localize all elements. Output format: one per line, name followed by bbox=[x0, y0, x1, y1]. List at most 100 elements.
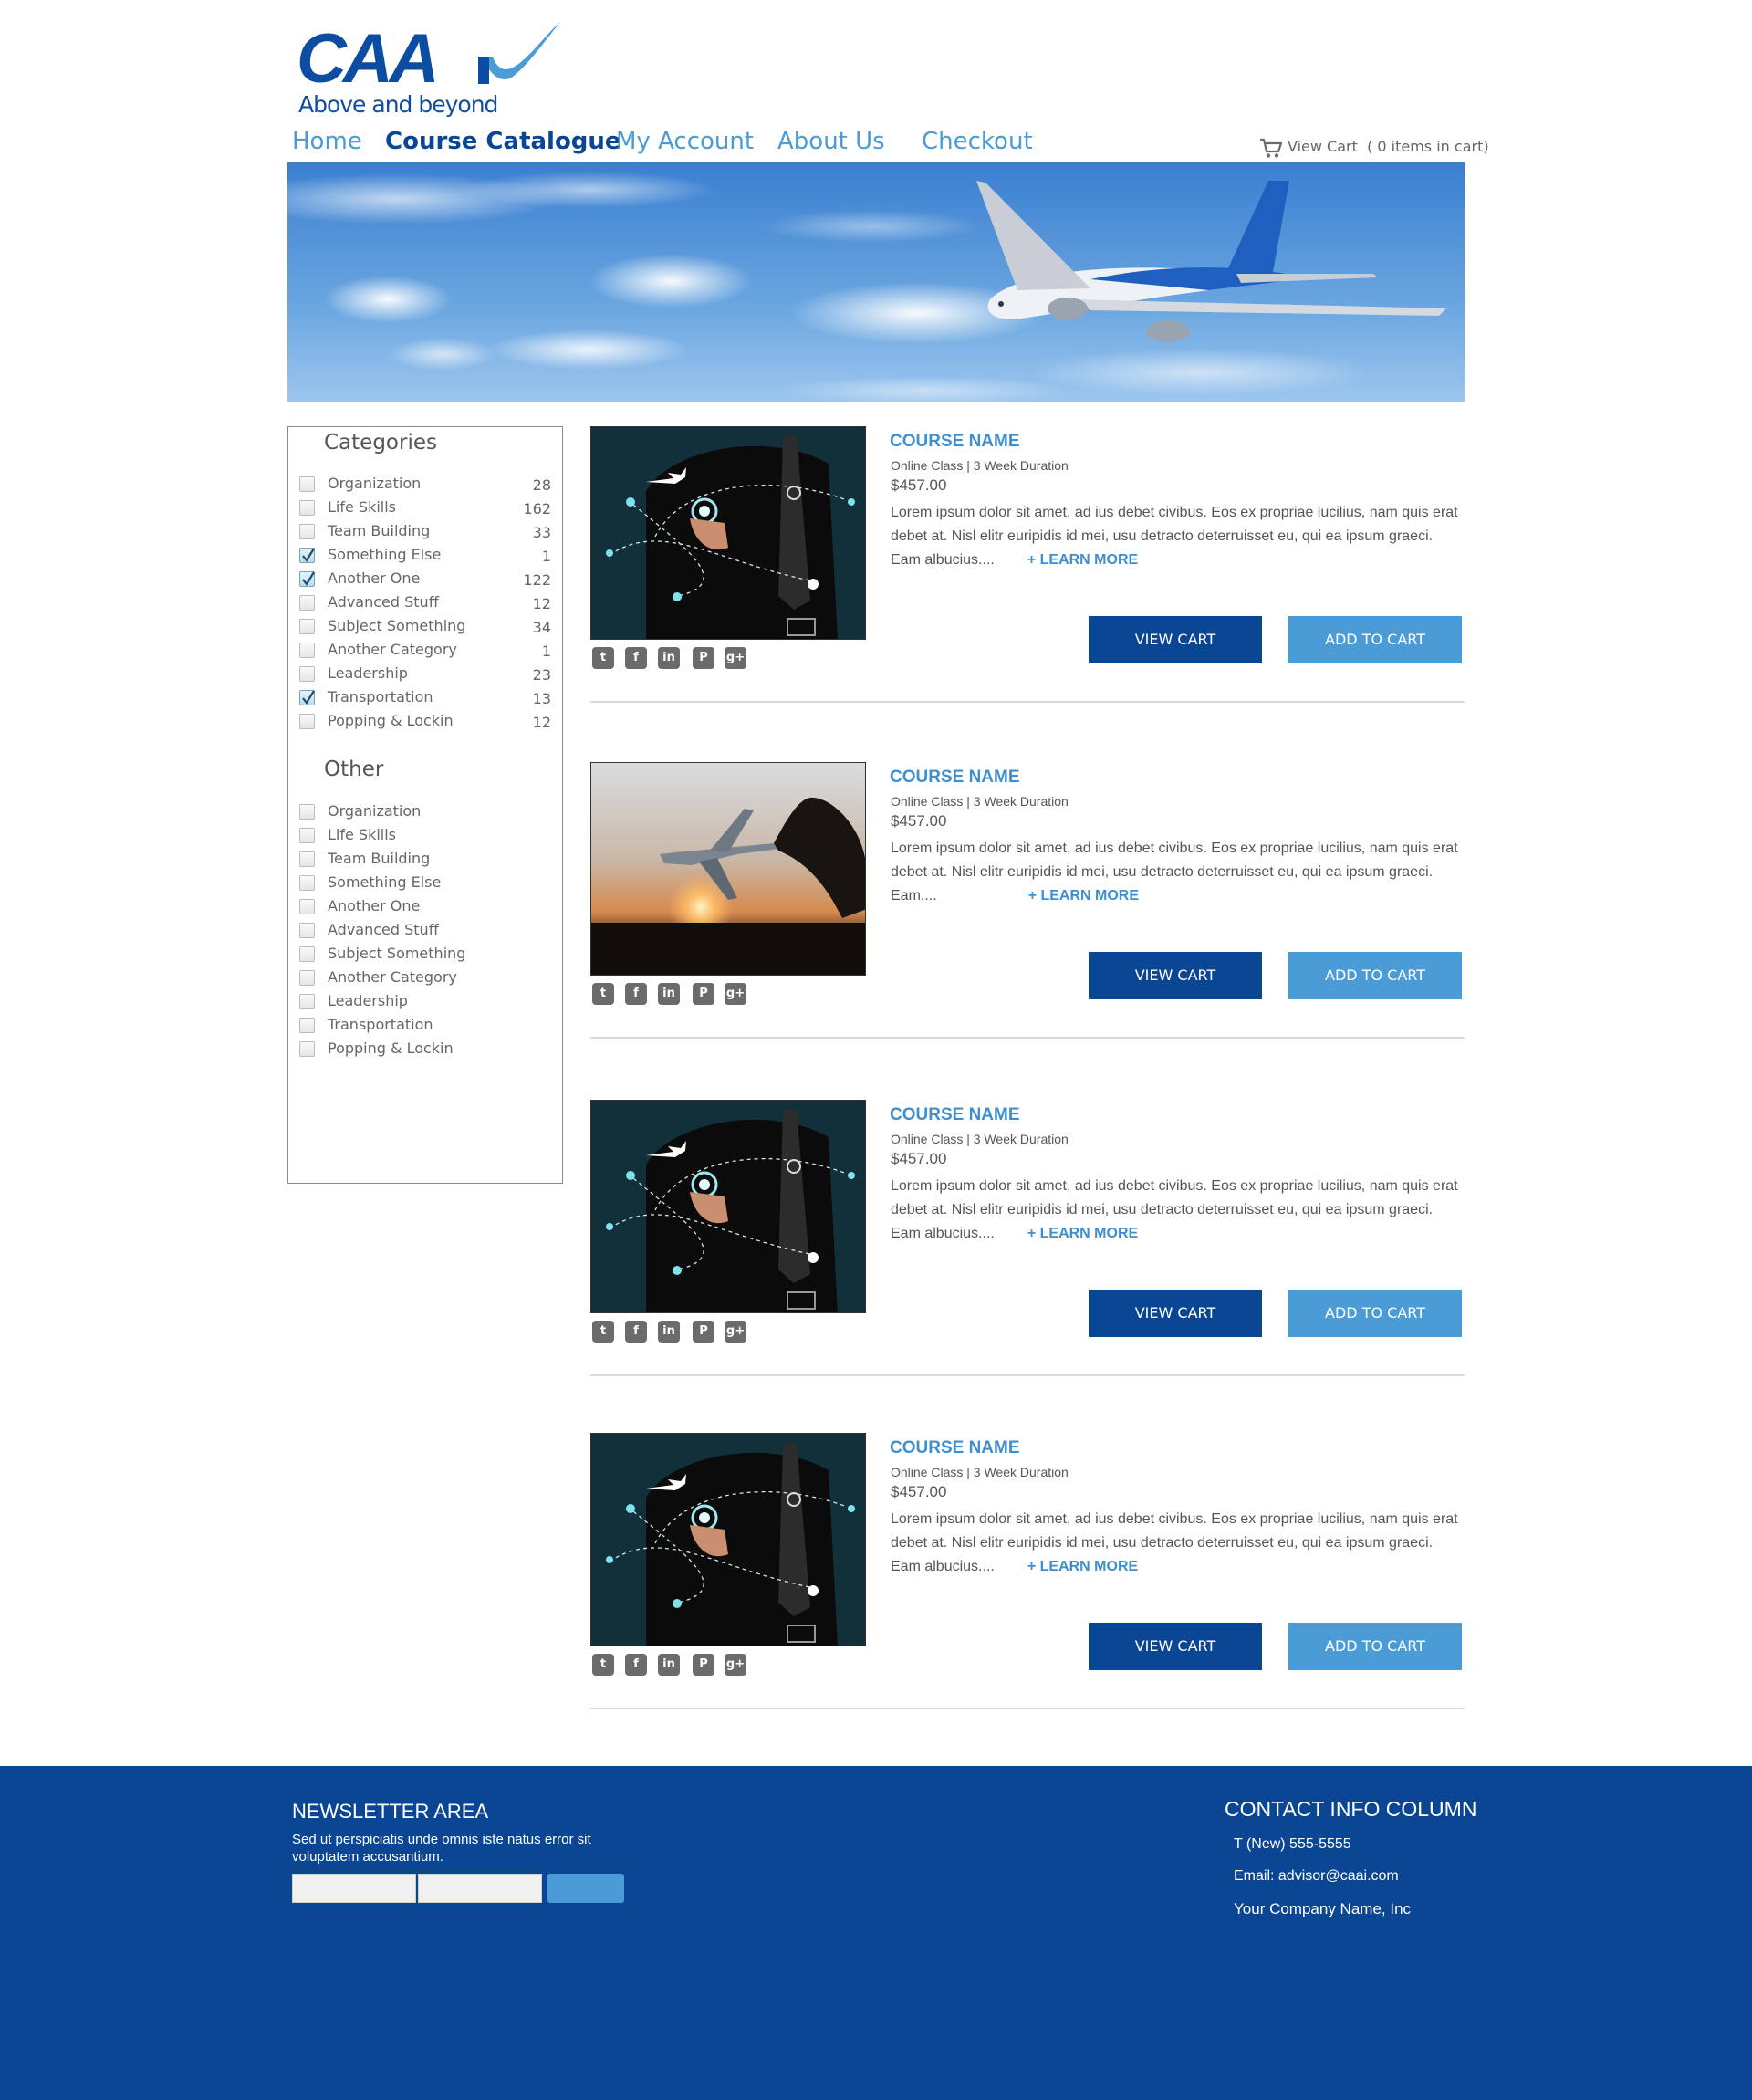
contact-phone: T (New) 555-5555 bbox=[1234, 1836, 1351, 1852]
nav-about-us[interactable]: About Us bbox=[777, 128, 885, 155]
facebook-icon[interactable]: f bbox=[625, 1321, 647, 1343]
checkbox[interactable] bbox=[299, 500, 315, 516]
learn-more-link[interactable]: + LEARN MORE bbox=[1027, 1559, 1138, 1574]
course-name[interactable]: COURSE NAME bbox=[890, 1438, 1020, 1458]
pinterest-icon[interactable]: P bbox=[693, 647, 714, 669]
checkbox[interactable] bbox=[299, 946, 315, 962]
checkbox[interactable] bbox=[299, 970, 315, 986]
businessman-network-image[interactable] bbox=[590, 426, 866, 640]
filter-other[interactable]: Team Building bbox=[299, 849, 551, 871]
checkbox[interactable] bbox=[299, 923, 315, 938]
add-to-cart-button[interactable]: ADD TO CART bbox=[1288, 1290, 1462, 1337]
checkbox[interactable] bbox=[299, 714, 315, 729]
checkbox[interactable] bbox=[299, 619, 315, 634]
twitter-icon[interactable]: t bbox=[592, 1321, 614, 1343]
facebook-icon[interactable]: f bbox=[625, 1654, 647, 1676]
checkbox[interactable] bbox=[299, 524, 315, 539]
linkedin-icon[interactable]: in bbox=[658, 1654, 680, 1676]
add-to-cart-button[interactable]: ADD TO CART bbox=[1288, 1623, 1462, 1670]
view-cart-link[interactable]: View Cart ( 0 items in cart) bbox=[1259, 137, 1489, 159]
twitter-icon[interactable]: t bbox=[592, 983, 614, 1005]
checkbox-checked[interactable] bbox=[299, 690, 315, 705]
pinterest-icon[interactable]: P bbox=[693, 1321, 714, 1343]
filter-category[interactable]: Another Category 1 bbox=[299, 640, 551, 662]
filter-other[interactable]: Transportation bbox=[299, 1015, 551, 1037]
filter-other[interactable]: Organization bbox=[299, 801, 551, 823]
checkbox-checked[interactable] bbox=[299, 571, 315, 587]
google-plus-icon[interactable]: g+ bbox=[725, 1654, 746, 1676]
filter-other[interactable]: Another Category bbox=[299, 967, 551, 989]
view-cart-button[interactable]: VIEW CART bbox=[1089, 616, 1262, 663]
toy-plane-sunset-image[interactable] bbox=[590, 762, 866, 976]
facebook-icon[interactable]: f bbox=[625, 647, 647, 669]
pinterest-icon[interactable]: P bbox=[693, 983, 714, 1005]
newsletter-name-input[interactable] bbox=[292, 1874, 416, 1903]
add-to-cart-button[interactable]: ADD TO CART bbox=[1288, 616, 1462, 663]
filter-other[interactable]: Popping & Lockin bbox=[299, 1039, 551, 1060]
view-cart-button[interactable]: VIEW CART bbox=[1089, 1623, 1262, 1670]
learn-more-link[interactable]: + LEARN MORE bbox=[1028, 888, 1139, 904]
caai-logo[interactable]: CAA Above and beyond bbox=[297, 20, 560, 120]
course-description: Lorem ipsum dolor sit amet, ad ius debet… bbox=[891, 1175, 1461, 1246]
businessman-network-image[interactable] bbox=[590, 1433, 866, 1646]
google-plus-icon[interactable]: g+ bbox=[725, 647, 746, 669]
checkbox[interactable] bbox=[299, 875, 315, 891]
checkbox[interactable] bbox=[299, 1041, 315, 1057]
contact-email[interactable]: Email: advisor@caai.com bbox=[1234, 1868, 1399, 1885]
course-name[interactable]: COURSE NAME bbox=[890, 432, 1020, 452]
checkbox[interactable] bbox=[299, 899, 315, 914]
filter-category[interactable]: Transportation 13 bbox=[299, 687, 551, 709]
businessman-network-image[interactable] bbox=[590, 1100, 866, 1313]
filter-count: 1 bbox=[541, 548, 551, 565]
filter-other[interactable]: Another One bbox=[299, 896, 551, 918]
checkbox[interactable] bbox=[299, 476, 315, 492]
google-plus-icon[interactable]: g+ bbox=[725, 1321, 746, 1343]
nav-my-account[interactable]: My Account bbox=[616, 128, 754, 155]
checkbox[interactable] bbox=[299, 1018, 315, 1033]
learn-more-link[interactable]: + LEARN MORE bbox=[1027, 1226, 1138, 1241]
twitter-icon[interactable]: t bbox=[592, 647, 614, 669]
checkbox[interactable] bbox=[299, 994, 315, 1009]
view-cart-button[interactable]: VIEW CART bbox=[1089, 952, 1262, 999]
course-description: Lorem ipsum dolor sit amet, ad ius debet… bbox=[891, 837, 1461, 908]
twitter-icon[interactable]: t bbox=[592, 1654, 614, 1676]
add-to-cart-button[interactable]: ADD TO CART bbox=[1288, 952, 1462, 999]
linkedin-icon[interactable]: in bbox=[658, 983, 680, 1005]
filter-other[interactable]: Something Else bbox=[299, 872, 551, 894]
filter-category[interactable]: Another One 122 bbox=[299, 569, 551, 590]
linkedin-icon[interactable]: in bbox=[658, 1321, 680, 1343]
google-plus-icon[interactable]: g+ bbox=[725, 983, 746, 1005]
filter-category[interactable]: Something Else 1 bbox=[299, 545, 551, 567]
filter-category[interactable]: Leadership 23 bbox=[299, 663, 551, 685]
checkbox[interactable] bbox=[299, 851, 315, 867]
linkedin-icon[interactable]: in bbox=[658, 647, 680, 669]
filter-category[interactable]: Popping & Lockin 12 bbox=[299, 711, 551, 733]
newsletter-submit-button[interactable] bbox=[548, 1874, 624, 1903]
newsletter-email-input[interactable] bbox=[418, 1874, 542, 1903]
course-name[interactable]: COURSE NAME bbox=[890, 1105, 1020, 1125]
facebook-icon[interactable]: f bbox=[625, 983, 647, 1005]
learn-more-link[interactable]: + LEARN MORE bbox=[1027, 552, 1138, 568]
checkbox[interactable] bbox=[299, 666, 315, 682]
pinterest-icon[interactable]: P bbox=[693, 1654, 714, 1676]
filter-category[interactable]: Subject Something 34 bbox=[299, 616, 551, 638]
checkbox[interactable] bbox=[299, 643, 315, 658]
nav-course-catalogue[interactable]: Course Catalogue bbox=[385, 128, 621, 155]
checkbox-checked[interactable] bbox=[299, 548, 315, 563]
checkbox[interactable] bbox=[299, 828, 315, 843]
filter-category[interactable]: Life Skills 162 bbox=[299, 497, 551, 519]
filter-other[interactable]: Advanced Stuff bbox=[299, 920, 551, 942]
filter-other[interactable]: Life Skills bbox=[299, 825, 551, 847]
airplane-sky-image bbox=[287, 162, 1465, 402]
filter-category[interactable]: Organization 28 bbox=[299, 474, 551, 496]
filter-other[interactable]: Leadership bbox=[299, 991, 551, 1013]
filter-category[interactable]: Advanced Stuff 12 bbox=[299, 592, 551, 614]
checkbox[interactable] bbox=[299, 804, 315, 820]
course-name[interactable]: COURSE NAME bbox=[890, 768, 1020, 788]
filter-category[interactable]: Team Building 33 bbox=[299, 521, 551, 543]
checkbox[interactable] bbox=[299, 595, 315, 611]
nav-home[interactable]: Home bbox=[292, 128, 362, 155]
view-cart-button[interactable]: VIEW CART bbox=[1089, 1290, 1262, 1337]
filter-other[interactable]: Subject Something bbox=[299, 944, 551, 966]
nav-checkout[interactable]: Checkout bbox=[922, 128, 1033, 155]
